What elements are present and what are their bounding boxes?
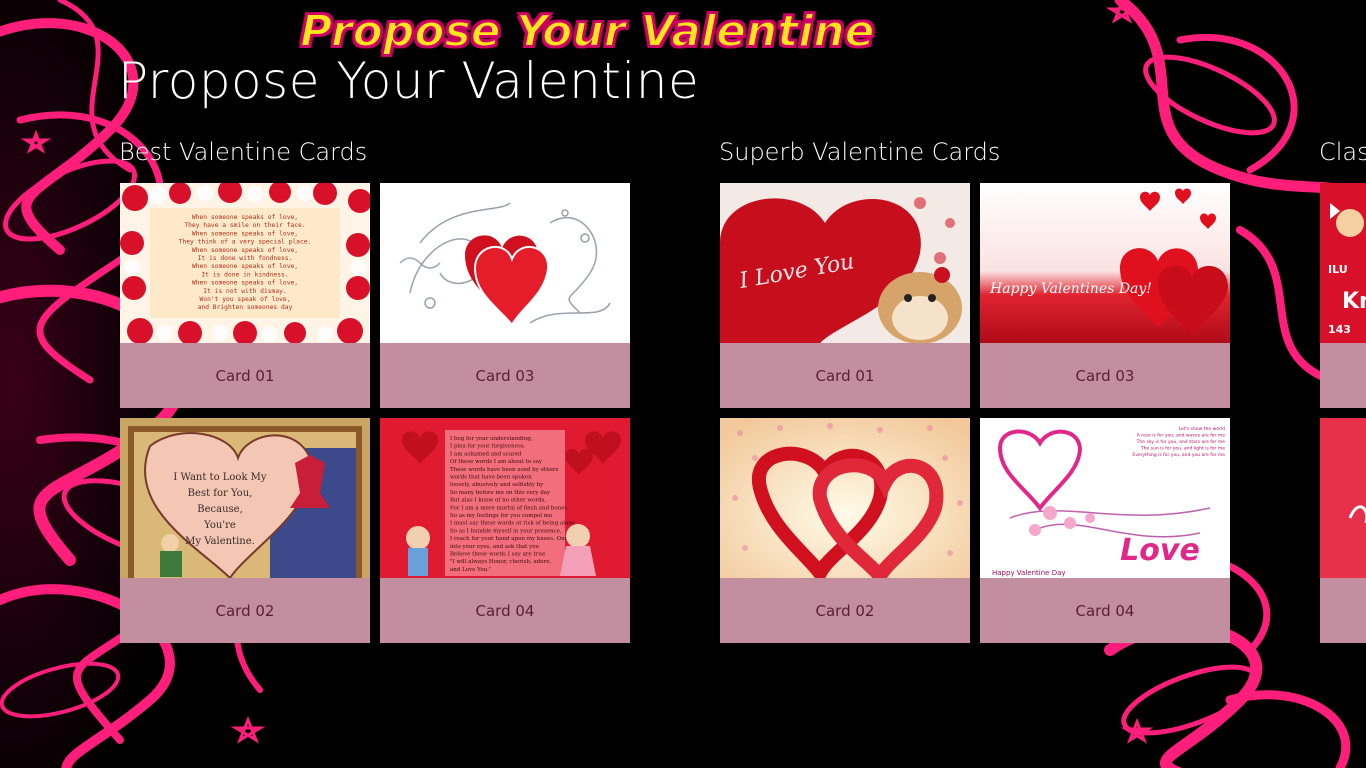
card-thumbnail — [380, 183, 630, 343]
card-tile-superb-03[interactable]: Happy Valentines Day! Card 03 — [980, 183, 1230, 408]
card-tile-superb-01[interactable]: I Love You Card 01 — [720, 183, 970, 408]
card-tile-best-01[interactable]: When someone speaks of love, They have a … — [120, 183, 370, 408]
card-tile-superb-04[interactable]: Let's show the world A rose is for you, a… — [980, 418, 1230, 643]
poem-line: I reach for your hand upon my knees. Onc… — [450, 536, 571, 542]
poem-line: When someone speaks of love, — [192, 280, 298, 287]
card-text-line: Because, — [197, 504, 243, 515]
poem-line: and Brighten someones day — [198, 304, 293, 311]
poem-line: words that have been spoken — [450, 475, 532, 481]
card-label: Card 01 — [815, 366, 875, 385]
card-thumbnail: I Want to Look My Best for You, Because, Yo… — [120, 418, 370, 578]
poem-line: These words have been used by others — [450, 467, 558, 473]
poem-line: When someone speaks of love, — [192, 230, 298, 237]
poem-line: But alas I know of no other words, — [450, 498, 546, 504]
card-label: Card 02 — [815, 601, 875, 620]
poem-line: They have a smile on their face. — [184, 222, 305, 229]
card-label: Card 04 — [475, 601, 535, 620]
card-text-line: Let's show the world — [1179, 426, 1225, 432]
poem-line: So as my feelings for you compel me — [450, 513, 552, 519]
group-header-classic[interactable]: Clas — [1319, 138, 1366, 166]
poem-line: So as I humble myself in your presence, — [450, 528, 562, 534]
poem-line: Believe these words I say are true — [450, 552, 545, 558]
card-text-line: A rose is for you, and waves are for me — [1137, 433, 1226, 439]
card-tile-best-04[interactable]: I beg for your understanding, I plea for … — [380, 418, 630, 643]
card-label: Card 04 — [1075, 601, 1135, 620]
poem-line: into your eyes, and ask that you — [450, 544, 540, 550]
card-thumbnail: I beg for your understanding, I plea for … — [380, 418, 630, 578]
card-tile-best-03[interactable]: Card 03 — [380, 183, 630, 408]
page-title: Propose Your Valentine — [118, 52, 700, 110]
poem-line: I beg for your understanding, — [450, 436, 533, 442]
thumb-text: Happy Valentines Day! — [989, 281, 1152, 297]
poem-line: "I will always Honor, cherish, adore, — [450, 559, 551, 565]
poem-line: They think of a very special place. — [179, 239, 312, 246]
poem-line: So many before me on this very day — [450, 490, 551, 496]
thumb-text: Happy Valentine Day — [992, 569, 1066, 577]
card-tile-classic-02[interactable] — [1320, 418, 1366, 643]
card-tile-best-02[interactable]: I Want to Look My Best for You, Because, Yo… — [120, 418, 370, 643]
card-text-line: The sky is for you, and stars are for me — [1136, 439, 1226, 445]
poem-line: and Love You." — [450, 567, 491, 573]
thumb-text: 143 — [1328, 323, 1351, 336]
card-text-line: The sun is for you, and light is for me — [1140, 446, 1225, 452]
poem-line: I am ashamed and scared — [450, 451, 522, 457]
card-label: Card 02 — [215, 601, 275, 620]
poem-line: When someone speaks of love, — [192, 247, 298, 254]
poem-line: It is not with dismay. — [203, 288, 286, 295]
card-text-line: Everything is for you, and you are for m… — [1132, 452, 1225, 458]
card-thumbnail: I Love You — [720, 183, 970, 343]
poem-line: When someone speaks of love, — [192, 214, 298, 221]
thumb-text: Love — [1120, 533, 1200, 568]
poem-line: I plea for your forgiveness. — [450, 444, 526, 450]
card-text-line: You're — [203, 520, 236, 531]
card-thumbnail: ILU Kn 143 — [1320, 183, 1366, 343]
card-label: Card 03 — [475, 366, 535, 385]
poem-line: Won't you speak of love, — [200, 296, 291, 303]
card-thumbnail — [1320, 418, 1366, 578]
card-label: Card 01 — [215, 366, 275, 385]
group-header-best[interactable]: Best Valentine Cards — [119, 138, 367, 166]
group-header-superb[interactable]: Superb Valentine Cards — [719, 138, 1000, 166]
card-thumbnail: When someone speaks of love, They have a … — [120, 183, 370, 343]
card-thumbnail — [720, 418, 970, 578]
card-tile-classic-01[interactable]: ILU Kn 143 — [1320, 183, 1366, 408]
card-thumbnail: Let's show the world A rose is for you, a… — [980, 418, 1230, 578]
thumb-text: Kn — [1342, 289, 1366, 314]
poem-line: For I am a mere mortal of flesh and bone… — [450, 505, 569, 511]
thumb-text: ILU — [1328, 263, 1348, 276]
poem-line: When someone speaks of love, — [192, 263, 298, 270]
poem-line: loosely, abusively and selfishly by — [450, 482, 544, 488]
card-thumbnail: Happy Valentines Day! — [980, 183, 1230, 343]
card-label: Card 03 — [1075, 366, 1135, 385]
card-tile-superb-02[interactable]: Card 02 — [720, 418, 970, 643]
poem-line: I must say these words at risk of being … — [450, 521, 577, 527]
app-logo: Propose Your Valentine — [299, 5, 876, 58]
poem-line: It is done in kindness. — [201, 271, 288, 278]
card-text-line: Best for You, — [188, 488, 253, 499]
poem-line: It is done with fondness. — [198, 255, 293, 262]
card-text-line: My Valentine. — [185, 536, 255, 547]
card-text-line: I Want to Look My — [173, 472, 267, 483]
poem-line: Of these words I am about to say — [450, 459, 543, 465]
